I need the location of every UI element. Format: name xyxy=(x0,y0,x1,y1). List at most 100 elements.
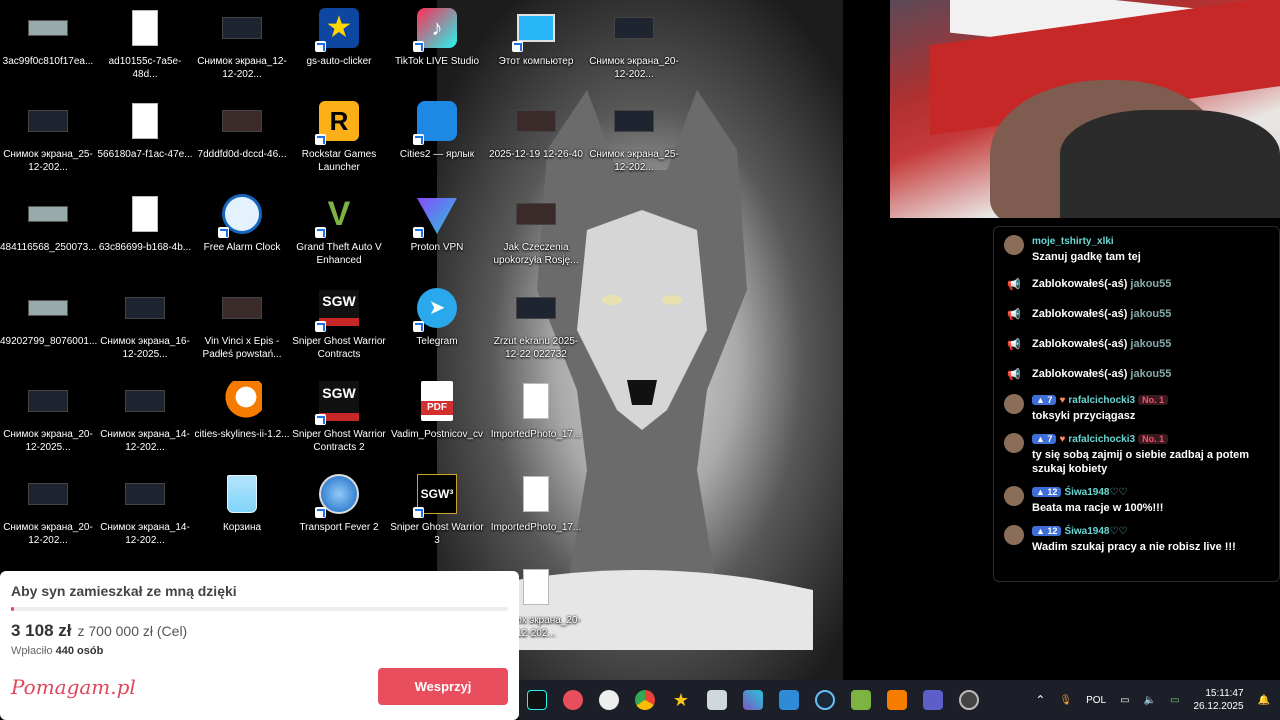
megaphone-icon: 📢 xyxy=(1007,308,1021,321)
desktop-icon[interactable]: Cities2 — ярлык xyxy=(389,99,485,161)
desktop-icon[interactable]: SGW Sniper Ghost Warrior Contracts xyxy=(291,286,387,361)
desktop-icon[interactable]: Zrzut ekranu 2025-12-22 022732 xyxy=(488,286,584,361)
desktop-icon[interactable]: ➤ Telegram xyxy=(389,286,485,348)
desktop-icon[interactable]: SGW Sniper Ghost Warrior Contracts 2 xyxy=(291,379,387,454)
taskbar-gs-clicker[interactable]: ★ xyxy=(663,682,699,718)
blocked-action: Zablokowałeś(-aś) xyxy=(1032,338,1128,350)
desktop-icon[interactable]: Proton VPN xyxy=(389,192,485,254)
taskbar-app-circle[interactable] xyxy=(591,682,627,718)
taskbar-app-notify[interactable] xyxy=(951,682,987,718)
desktop-icon-label: Grand Theft Auto V Enhanced xyxy=(296,242,382,266)
chat-username[interactable]: rafalcichocki3 xyxy=(1068,434,1135,445)
desktop-icon[interactable]: Vin Vinci x Epis - Padłeś powstań... xyxy=(194,286,290,361)
desktop-icon[interactable]: Снимок экрана_25-12-202... xyxy=(586,99,682,174)
video-icon xyxy=(514,99,558,143)
desktop-icon[interactable]: ad10155c-7a5e-48d... xyxy=(97,6,193,81)
chat-text: Szanuj gadkę tam tej xyxy=(1032,251,1141,263)
desktop-icon[interactable]: Снимок экрана_14-12-202... xyxy=(97,472,193,547)
desktop-icon[interactable]: Снимок экрана_14-12-202... xyxy=(97,379,193,454)
taskbar-tiktok[interactable] xyxy=(519,682,555,718)
blocked-action: Zablokowałeś(-aś) xyxy=(1032,278,1128,290)
chat-username[interactable]: rafalcichocki3 xyxy=(1068,395,1135,406)
microphone-icon[interactable]: 🎙 xyxy=(1059,695,1072,706)
desktop-icon[interactable]: Снимок экрана_16-12-2025... xyxy=(97,286,193,361)
donation-progress-bar xyxy=(11,607,508,611)
shortcut-arrow-icon xyxy=(315,227,326,238)
desktop-icon[interactable]: ★ gs-auto-clicker xyxy=(291,6,387,68)
avatar[interactable] xyxy=(1004,433,1024,453)
desktop-icon[interactable]: 49202799_8076001... xyxy=(0,286,97,348)
chat-username[interactable]: Śiwa1948♡♡ xyxy=(1064,526,1127,537)
network-icon[interactable]: ▭ xyxy=(1120,695,1129,706)
chevron-up-icon[interactable]: ⌃ xyxy=(1035,693,1045,707)
level-badge: ▲ 12 xyxy=(1032,487,1062,497)
avatar[interactable] xyxy=(1004,235,1024,255)
volume-icon[interactable]: 🔈 xyxy=(1144,695,1156,706)
level-value: 12 xyxy=(1047,526,1058,536)
chat-message: ▲ 12 Śiwa1948♡♡ Beata ma racje w 100%!!! xyxy=(1004,486,1269,515)
desktop-icon[interactable]: SGW³ Sniper Ghost Warrior 3 xyxy=(389,472,485,547)
donation-amount-row: 3 108 zł z 700 000 zł (Cel) xyxy=(11,621,508,641)
desktop-icon[interactable]: Этот компьютер xyxy=(488,6,584,68)
desktop-icon[interactable]: V Grand Theft Auto V Enhanced xyxy=(291,192,387,267)
battery-icon[interactable]: ▭ xyxy=(1170,695,1179,706)
taskbar-game-green[interactable] xyxy=(843,682,879,718)
desktop-icon[interactable]: Снимок экрана_20-12-202... xyxy=(0,472,96,547)
desktop-icon[interactable]: Free Alarm Clock xyxy=(194,192,290,254)
blocked-user[interactable]: jakou55 xyxy=(1130,308,1171,320)
avatar[interactable] xyxy=(1004,486,1024,506)
taskbar-photos[interactable] xyxy=(771,682,807,718)
chat-header: ▲ 7 ♥ rafalcichocki3 No. 1 xyxy=(1032,433,1269,445)
desktop-icon[interactable]: ImportedPhoto_17... xyxy=(488,379,584,441)
blocked-user[interactable]: jakou55 xyxy=(1130,278,1171,290)
desktop-icon[interactable]: 566180a7-f1ac-47e... xyxy=(97,99,193,161)
sgw-icon: SGW xyxy=(315,286,361,332)
chat-header: moje_tshirty_xlki xyxy=(1032,235,1141,247)
desktop-icon[interactable]: Снимок экрана_20-12-2025... xyxy=(0,379,96,454)
desktop-icon[interactable]: 7dddfd0d-dccd-46... xyxy=(194,99,290,161)
desktop-icon[interactable]: ImportedPhoto_17... xyxy=(488,472,584,534)
desktop-icon[interactable]: R Rockstar Games Launcher xyxy=(291,99,387,174)
photo-icon xyxy=(26,192,70,236)
taskbar-steam[interactable] xyxy=(807,682,843,718)
desktop-icon[interactable]: cities-skylines-ii-1.2... xyxy=(194,379,290,441)
clock-time: 15:11:47 xyxy=(1205,688,1244,699)
blocked-user[interactable]: jakou55 xyxy=(1130,338,1171,350)
avatar[interactable] xyxy=(1004,525,1024,545)
blocked-user[interactable]: jakou55 xyxy=(1130,368,1171,380)
desktop-icon[interactable]: Transport Fever 2 xyxy=(291,472,387,534)
notifications-icon[interactable]: 🔔 xyxy=(1258,695,1270,706)
avatar[interactable] xyxy=(1004,394,1024,414)
cities-icon xyxy=(413,99,459,145)
level-value: 12 xyxy=(1047,487,1058,497)
chat-system-text: Zablokowałeś(-aś) jakou55 xyxy=(1032,334,1171,354)
desktop-icon[interactable]: Снимок экрана_12-12-202... xyxy=(194,6,290,81)
desktop-icon[interactable]: Снимок экрана_25-12-202... xyxy=(0,99,96,174)
desktop-icon[interactable]: Снимок экрана_20-12-202... xyxy=(586,6,682,81)
chat-username[interactable]: Śiwa1948♡♡ xyxy=(1064,487,1127,498)
clock[interactable]: 15:11:47 26.12.2025 xyxy=(1193,687,1243,713)
desktop-icon-label: Sniper Ghost Warrior Contracts xyxy=(292,336,386,360)
desktop-icon[interactable]: 2025-12-19 12-26-40 xyxy=(488,99,584,161)
desktop-icon[interactable]: Jak Czeczenia upokorzyła Rosję... xyxy=(488,192,584,267)
support-button[interactable]: Wesprzyj xyxy=(378,668,508,705)
taskbar-chrome[interactable] xyxy=(627,682,663,718)
desktop-icon[interactable]: 484116568_250073... xyxy=(0,192,97,254)
taskbar-teams[interactable] xyxy=(915,682,951,718)
desktop-icon[interactable]: Корзина xyxy=(194,472,290,534)
taskbar-app-box[interactable] xyxy=(699,682,735,718)
taskbar-app-colorful[interactable] xyxy=(735,682,771,718)
heart-icon: ♥ xyxy=(1059,395,1066,406)
desktop-icon[interactable]: 63c86699-b168-4b... xyxy=(97,192,193,254)
desktop-icon-label: Free Alarm Clock xyxy=(203,242,281,253)
chat-username[interactable]: moje_tshirty_xlki xyxy=(1032,236,1114,247)
taskbar-rockstar[interactable] xyxy=(555,682,591,718)
desktop-icon-label: Снимок экрана_20-12-2025... xyxy=(3,429,93,453)
desktop-icon[interactable]: ♪ TikTok LIVE Studio xyxy=(389,6,485,68)
video-icon xyxy=(514,192,558,236)
streamer-shirt xyxy=(1060,110,1280,218)
language-indicator[interactable]: POL xyxy=(1086,695,1106,706)
desktop-icon[interactable]: PDF Vadim_Postnicov_cv xyxy=(389,379,485,441)
taskbar-media-player[interactable] xyxy=(879,682,915,718)
desktop-icon[interactable]: 3ac99f0c810f17ea... xyxy=(0,6,96,68)
